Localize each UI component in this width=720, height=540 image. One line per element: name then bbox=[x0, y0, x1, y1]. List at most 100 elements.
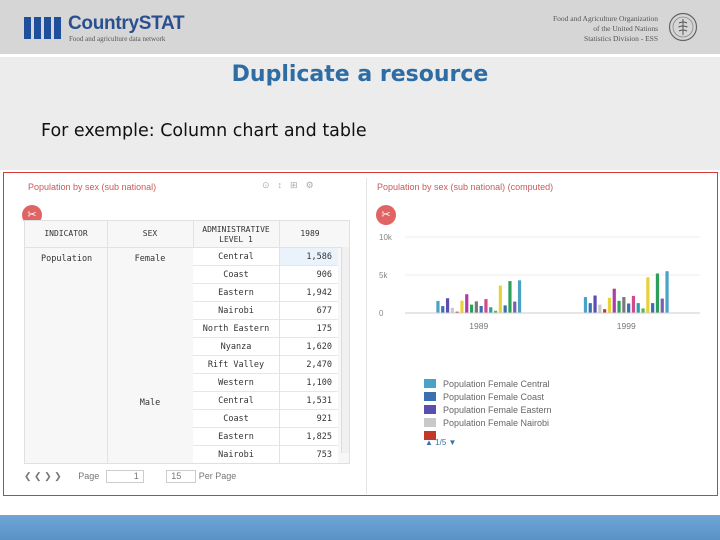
legend-item[interactable]: Population Female Eastern bbox=[424, 403, 552, 416]
per-page-select[interactable]: 15 bbox=[166, 470, 197, 483]
chart-bar[interactable] bbox=[445, 298, 450, 313]
table-cell-value: 921 bbox=[280, 410, 338, 428]
legend-swatch bbox=[424, 392, 436, 401]
x-tick-label: 1989 bbox=[469, 321, 488, 331]
table-cell-region: North Eastern bbox=[193, 320, 279, 338]
page-input[interactable]: 1 bbox=[105, 470, 144, 483]
legend-item[interactable]: Population Female Coast bbox=[424, 390, 552, 403]
chart-bar[interactable] bbox=[508, 281, 512, 313]
chart-bar[interactable] bbox=[598, 304, 602, 313]
chart-bar[interactable] bbox=[450, 307, 454, 313]
legend-swatch bbox=[424, 405, 436, 414]
table-cell-value: 677 bbox=[280, 302, 338, 320]
chart-bar[interactable] bbox=[651, 303, 655, 313]
chart-bar[interactable] bbox=[588, 303, 592, 313]
column-header-year[interactable]: 1989 bbox=[279, 229, 341, 238]
table-scrollbar[interactable] bbox=[341, 247, 349, 453]
table-cell-value: 1,825 bbox=[280, 428, 338, 446]
column-header-admin-level[interactable]: ADMINISTRATIVE LEVEL 1 bbox=[193, 225, 279, 245]
table-cell-value: 1,100 bbox=[280, 374, 338, 392]
table-cell-value: 1,586 bbox=[280, 248, 338, 266]
chart-bar[interactable] bbox=[636, 303, 640, 313]
first-page-icon[interactable]: ❮ ❮ ❯ ❯ bbox=[24, 471, 62, 481]
indicator-cell: Population bbox=[41, 254, 93, 264]
table-cell-region: Rift Valley bbox=[193, 356, 279, 374]
chart-bar[interactable] bbox=[460, 300, 464, 313]
data-table: INDICATOR SEX ADMINISTRATIVE LEVEL 1 198… bbox=[24, 220, 350, 464]
table-cell-region: Eastern bbox=[193, 284, 279, 302]
chart-bar[interactable] bbox=[441, 306, 445, 313]
chart-bar[interactable] bbox=[465, 294, 469, 313]
chart-bar[interactable] bbox=[655, 273, 660, 313]
table-cell-value: 906 bbox=[280, 266, 338, 284]
chart-bar[interactable] bbox=[641, 308, 645, 313]
chart-bar[interactable] bbox=[474, 301, 478, 313]
chart-bar[interactable] bbox=[631, 295, 636, 313]
right-panel-title: Population by sex (sub national) (comput… bbox=[377, 182, 554, 192]
chart-bar[interactable] bbox=[503, 305, 507, 313]
chart-bar[interactable] bbox=[513, 301, 517, 313]
y-tick-label: 0 bbox=[379, 309, 384, 318]
org-line-3: Statistics Division - ESS bbox=[584, 34, 658, 43]
x-tick-label: 1999 bbox=[617, 321, 636, 331]
chart-legend: Population Female Central Population Fema… bbox=[424, 377, 552, 442]
table-cell-value: 175 bbox=[280, 320, 338, 338]
chart-bar[interactable] bbox=[583, 297, 588, 313]
table-cell-region: Eastern bbox=[193, 428, 279, 446]
legend-label: Population Female Central bbox=[443, 378, 550, 389]
tools-icon[interactable]: ✂ bbox=[376, 205, 396, 225]
chart-bar[interactable] bbox=[612, 288, 616, 313]
chart-bar[interactable] bbox=[617, 300, 621, 313]
chart-bar[interactable] bbox=[489, 307, 493, 313]
chart-bar[interactable] bbox=[646, 277, 650, 313]
column-header-sex[interactable]: SEX bbox=[107, 229, 193, 238]
chart-bar[interactable] bbox=[517, 280, 522, 313]
table-cell-value: 2,470 bbox=[280, 356, 338, 374]
chart-bar[interactable] bbox=[436, 300, 440, 313]
legend-pager-icon[interactable]: ▲ 1/5 ▼ bbox=[425, 438, 456, 447]
legend-label: Population Female Eastern bbox=[443, 404, 552, 415]
chart-bar[interactable] bbox=[603, 309, 607, 313]
legend-item[interactable]: Population Female Nairobi bbox=[424, 416, 552, 429]
column-header-indicator[interactable]: INDICATOR bbox=[25, 229, 107, 238]
fao-emblem-icon bbox=[668, 12, 698, 42]
brand-name: CountrySTAT bbox=[68, 13, 185, 34]
footer-bar bbox=[0, 515, 720, 540]
page-label: Page bbox=[78, 471, 100, 481]
chart-bar[interactable] bbox=[498, 285, 502, 313]
org-line-1: Food and Agriculture Organization bbox=[552, 14, 658, 23]
chart-bar[interactable] bbox=[607, 297, 612, 313]
chart-bar[interactable] bbox=[469, 304, 474, 313]
panel-toolbar-icons[interactable]: ⊙↕⊞⚙ bbox=[262, 180, 322, 191]
chart-bar[interactable] bbox=[484, 299, 488, 313]
countrystat-logo-icon bbox=[24, 17, 64, 39]
table-cell-region: Central bbox=[193, 392, 279, 410]
chart-bar[interactable] bbox=[593, 295, 597, 313]
table-cell-value: 753 bbox=[280, 446, 338, 463]
legend-item[interactable]: Population Female Central bbox=[424, 377, 552, 390]
header-bar: CountrySTAT Food and agriculture data ne… bbox=[0, 0, 720, 54]
org-name: Food and Agriculture Organization of the… bbox=[553, 14, 658, 44]
chart-bar[interactable] bbox=[479, 306, 483, 313]
table-cell-region: Nairobi bbox=[193, 446, 279, 463]
table-cell-value: 1,531 bbox=[280, 392, 338, 410]
panel-divider bbox=[366, 178, 367, 494]
y-tick-label: 5k bbox=[379, 271, 388, 280]
table-cell-region: Nyanza bbox=[193, 338, 279, 356]
slide-title: Duplicate a resource bbox=[231, 62, 489, 87]
chart-bar[interactable] bbox=[665, 271, 669, 313]
chart-bar[interactable] bbox=[627, 303, 631, 314]
table-pager: ❮ ❮ ❯ ❯ Page 1 15 Per Page bbox=[24, 470, 236, 483]
table-cell-region: Nairobi bbox=[193, 302, 279, 320]
chart-bar[interactable] bbox=[660, 298, 664, 313]
table-cell-region: Central bbox=[193, 248, 279, 266]
legend-label: Population Female Coast bbox=[443, 391, 545, 402]
table-cell-region: Coast bbox=[193, 266, 279, 284]
brand-tagline: Food and agriculture data network bbox=[69, 35, 166, 43]
org-line-2: of the United Nations bbox=[593, 24, 658, 33]
sex-cell-female: Female bbox=[134, 254, 166, 264]
table-cell-region: Coast bbox=[193, 410, 279, 428]
chart-bar[interactable] bbox=[622, 297, 626, 313]
legend-label: Population Female Nairobi bbox=[443, 417, 550, 428]
table-cell-value: 1,620 bbox=[280, 338, 338, 356]
